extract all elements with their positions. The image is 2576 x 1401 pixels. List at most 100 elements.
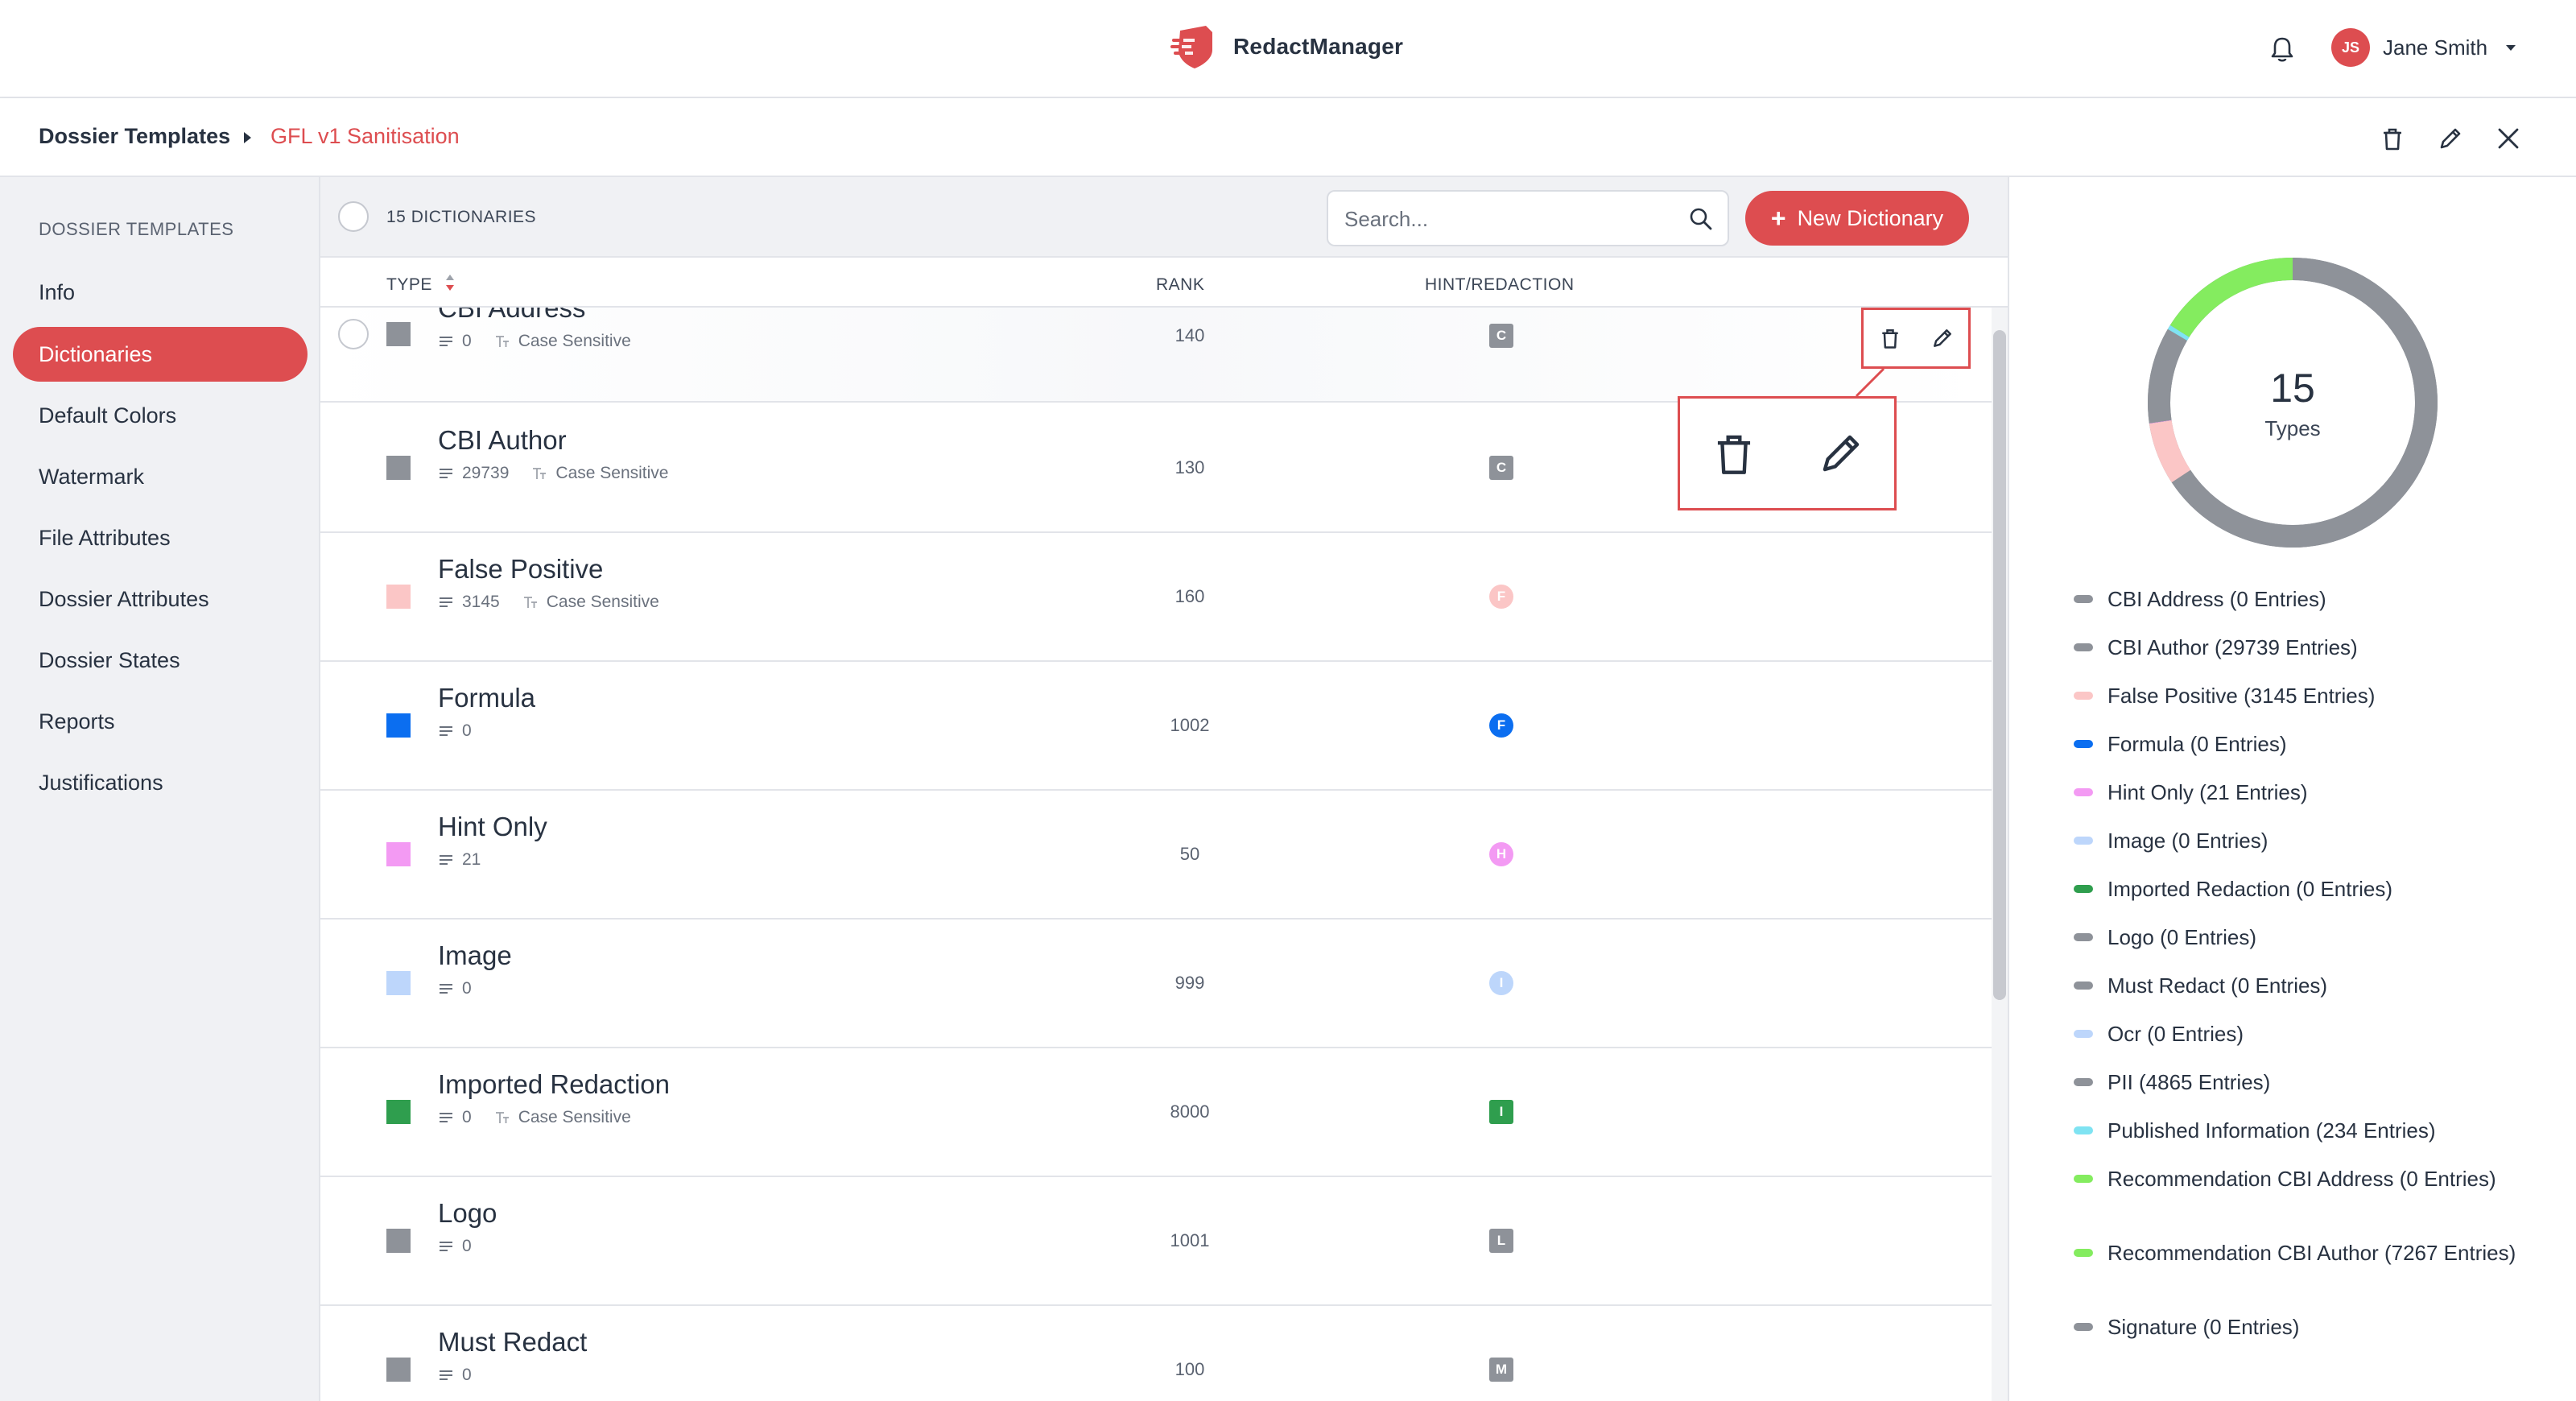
search-input[interactable] [1344,203,1666,235]
legend-item: Formula (0 Entries) [2074,731,2524,757]
dictionary-meta: 0 [438,721,472,741]
template-actions [2370,116,2531,161]
sidebar-item-label: Info [39,279,76,304]
user-name: Jane Smith [2383,35,2488,60]
trash-icon [2384,128,2401,151]
table-row[interactable]: Must Redact 0 100 M [320,1306,1992,1401]
hint-badge: I [1489,971,1513,995]
breadcrumb-root-link[interactable]: Dossier Templates [39,124,230,149]
row-checkbox[interactable] [338,319,369,349]
column-headers: TYPE RANK HINT/REDACTION [320,258,2008,308]
table-row[interactable]: Imported Redaction 0 Case Sensitive 8000… [320,1048,1992,1177]
hint-badge: C [1489,456,1513,480]
sidebar-item-reports[interactable]: Reports [13,694,308,749]
dictionaries-panel: 15 DICTIONARIES + New Dictionary TYPE RA… [320,177,2008,1401]
column-type[interactable]: TYPE [386,275,432,295]
entry-count: 0 [462,332,472,350]
breadcrumb-bar: Dossier Templates GFL v1 Sanitisation [0,98,2576,177]
trash-icon[interactable] [1709,428,1759,478]
entries-icon [440,1242,452,1251]
sidebar-item-label: Dossier States [39,647,180,672]
table-row[interactable]: Hint Only 21 50 H [320,791,1992,920]
sidebar-item-info[interactable]: Info [13,265,308,320]
rank-value: 140 [1174,325,1205,345]
legend-label: Must Redact (0 Entries) [2107,973,2328,998]
table-row[interactable]: False Positive 3145 Case Sensitive 160 F [320,533,1992,662]
hint-badge: M [1489,1358,1513,1382]
sort-icon[interactable] [444,272,456,293]
legend-color-dot [2074,1030,2093,1038]
dictionary-count: 15 DICTIONARIES [386,208,537,226]
select-all-checkbox[interactable] [338,201,369,232]
dictionary-meta: 0 [438,1237,472,1256]
entries-icon [440,1370,452,1380]
case-sensitive-icon [495,1112,509,1123]
hint-badge: F [1489,585,1513,609]
hint-badge: H [1489,842,1513,866]
dictionary-name: Logo [438,1198,497,1228]
new-dictionary-button[interactable]: + New Dictionary [1745,191,1969,246]
dictionary-meta: 0 [438,1366,472,1385]
entry-count: 0 [462,1108,472,1126]
column-hint-redaction[interactable]: HINT/REDACTION [1425,275,1575,295]
brand[interactable]: RedactManager [1169,23,1403,71]
summary-panel: 15 Types CBI Address (0 Entries) CBI Auth… [2008,177,2576,1401]
legend-item: Signature (0 Entries) [2074,1314,2524,1340]
search-icon[interactable] [1687,205,1715,233]
case-sensitive-icon [523,597,537,608]
case-sensitive-icon [495,336,509,347]
table-row[interactable]: Formula 0 1002 F [320,662,1992,791]
entry-count: 3145 [462,593,500,611]
dictionary-meta: 3145 Case Sensitive [438,593,659,612]
legend-label: Hint Only (21 Entries) [2107,780,2308,804]
case-label: Case Sensitive [518,332,631,350]
notifications-bell-icon[interactable] [2266,34,2298,66]
sidebar-item-file-attributes[interactable]: File Attributes [13,510,308,565]
edit-dictionary-button[interactable] [1930,326,1955,350]
sidebar-item-dossier-states[interactable]: Dossier States [13,633,308,688]
sidebar-item-dictionaries[interactable]: Dictionaries [13,327,308,382]
caret-down-icon [2506,45,2516,51]
hint-badge: C [1489,324,1513,348]
sidebar-item-label: File Attributes [39,525,171,550]
sidebar-heading: DOSSIER TEMPLATES [39,219,234,239]
delete-template-button[interactable] [2370,116,2415,161]
delete-dictionary-button[interactable] [1878,326,1902,350]
legend-color-dot [2074,1078,2093,1086]
table-row[interactable]: CBI Address 0 Case Sensitive 140 C [320,308,1992,403]
dictionary-meta: 29739 Case Sensitive [438,464,668,483]
sidebar-item-dossier-attributes[interactable]: Dossier Attributes [13,572,308,626]
legend-label: Imported Redaction (0 Entries) [2107,877,2393,901]
user-menu[interactable]: JS Jane Smith [2331,27,2516,68]
edit-template-button[interactable] [2428,116,2473,161]
rank-value: 8000 [1170,1101,1210,1122]
breadcrumb-current[interactable]: GFL v1 Sanitisation [270,124,460,149]
pencil-icon[interactable] [1816,428,1866,478]
legend-item: False Positive (3145 Entries) [2074,683,2524,709]
table-row[interactable]: Image 0 999 I [320,920,1992,1048]
sidebar-item-default-colors[interactable]: Default Colors [13,388,308,443]
legend-item: Published Information (234 Entries) [2074,1118,2524,1143]
legend-color-dot [2074,740,2093,748]
close-button[interactable] [2486,116,2531,161]
color-swatch [386,1100,411,1124]
row-actions [1861,308,1971,369]
rank-value: 1001 [1170,1230,1210,1250]
list-toolbar: 15 DICTIONARIES + New Dictionary [320,177,2008,258]
rank-value: 160 [1174,586,1205,606]
rank-value: 999 [1174,973,1205,993]
breadcrumb-arrow-icon [244,132,251,143]
scrollbar-thumb[interactable] [1993,330,2006,1000]
entry-count: 21 [462,850,481,869]
color-swatch [386,585,411,609]
legend-item: Image (0 Entries) [2074,828,2524,853]
sidebar-item-watermark[interactable]: Watermark [13,449,308,504]
sidebar-item-label: Justifications [39,770,163,795]
table-row[interactable]: Logo 0 1001 L [320,1177,1992,1306]
case-label: Case Sensitive [518,1108,631,1126]
column-rank[interactable]: RANK [1156,275,1204,295]
color-swatch [386,971,411,995]
sidebar-item-justifications[interactable]: Justifications [13,755,308,810]
dictionary-name: Imported Redaction [438,1069,670,1099]
types-count: 15 [2270,365,2315,411]
